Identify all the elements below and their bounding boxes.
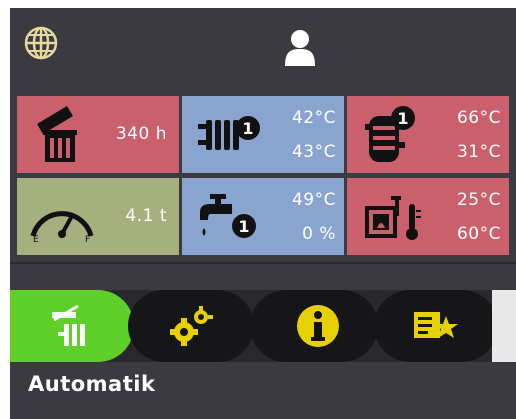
tile-heating-circuit-1[interactable]: 1 42°C 43°C [182,96,344,173]
nav-automatic-mode[interactable] [10,290,134,362]
automatic-mode-icon [52,304,85,346]
radiator-circuit-1-icon: 1 [198,116,260,150]
tap-water-1-icon: 1 [200,194,256,238]
operating-mode-label: Automatik [28,372,156,396]
ash-bin-icon [37,106,77,162]
tank-top-temperature: 66°C [456,108,501,128]
fuel-gauge-icon: E F [30,211,94,242]
tile-ash-container[interactable]: 340 h [17,96,179,173]
circuit-number-badge: 1 [242,119,253,138]
tile-fuel-stock[interactable]: E F 4.1 t [17,178,179,255]
user-icon[interactable] [282,28,318,68]
globe-icon[interactable] [24,26,58,60]
nav-favorites[interactable] [374,290,498,362]
gears-icon [170,306,213,346]
bottom-navigation [10,290,516,362]
nav-info[interactable] [250,290,378,362]
hot-water-temperature: 49°C [291,190,336,210]
fuel-amount: 4.1 t [125,206,167,226]
buffer-tank-1-icon: 1 [365,106,415,162]
top-bar [10,8,516,94]
gauge-empty-label: E [33,235,39,242]
tile-hot-water-1[interactable]: 1 49°C 0 % [182,178,344,255]
gauge-full-label: F [85,235,90,242]
boiler-thermometer-icon [365,196,421,240]
info-icon [297,305,339,347]
flow-temperature: 42°C [291,108,336,128]
tile-buffer-tank-1[interactable]: 1 66°C 31°C [347,96,509,173]
nav-settings[interactable] [128,290,254,362]
hot-water-number-badge: 1 [238,217,249,236]
boiler-setpoint-temperature: 60°C [456,224,501,244]
favorites-list-icon [414,312,458,338]
tank-number-badge: 1 [397,109,408,128]
tile-boiler[interactable]: 25°C 60°C [347,178,509,255]
boiler-actual-temperature: 25°C [456,190,501,210]
tank-bottom-temperature: 31°C [456,142,501,162]
divider [10,262,516,264]
hot-water-pump-percent: 0 % [302,224,336,244]
scroll-edge [492,290,516,362]
ash-hours: 340 h [115,124,167,144]
controller-screen: 340 h 1 42°C 43°C 1 66°C 31°C E F 4.1 t … [10,8,516,419]
flow-setpoint-temperature: 43°C [291,142,336,162]
